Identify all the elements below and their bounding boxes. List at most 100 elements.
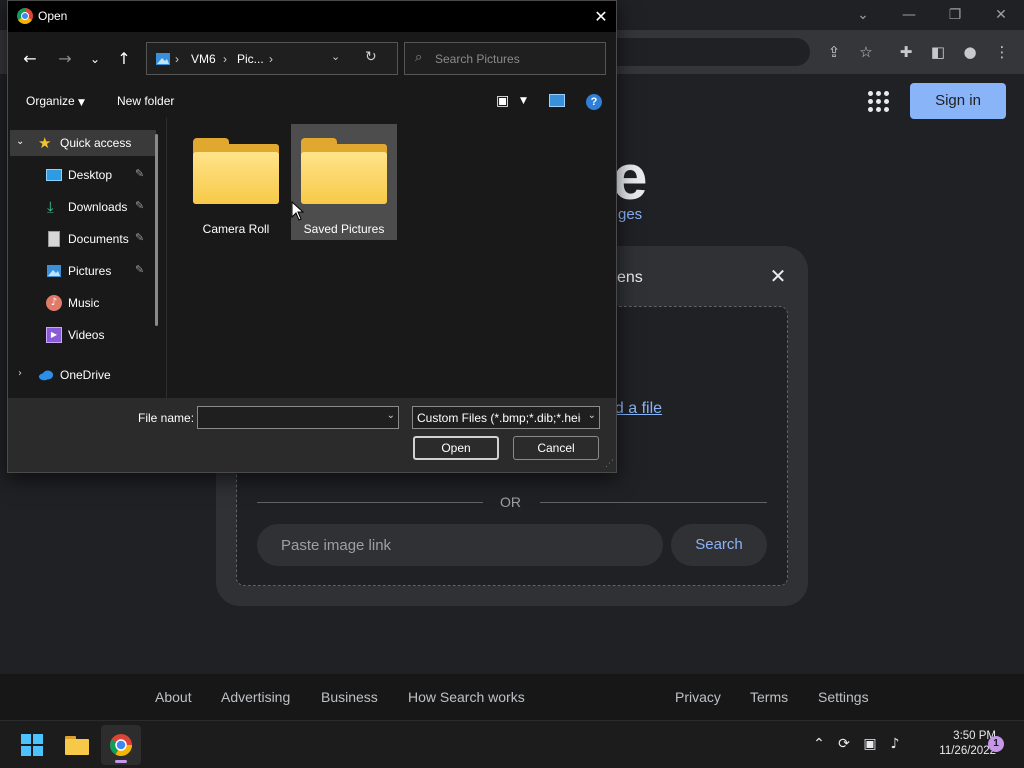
cancel-button[interactable]: Cancel	[513, 436, 599, 460]
footer-terms-link[interactable]: Terms	[750, 689, 788, 705]
nav-item-label: Videos	[68, 328, 105, 342]
footer-about-link[interactable]: About	[155, 689, 192, 705]
expand-chevron-icon[interactable]: ⌄	[16, 136, 24, 147]
menu-icon[interactable]: ⋮	[989, 40, 1015, 64]
nav-item-onedrive[interactable]: › OneDrive	[10, 362, 156, 388]
footer-business-link[interactable]: Business	[321, 689, 378, 705]
nav-item-quick-access[interactable]: ⌄ ★ Quick access	[10, 130, 156, 156]
file-type-select[interactable]: Custom Files (*.bmp;*.dib;*.heic;*.jpg) …	[412, 406, 600, 429]
star-icon: ★	[38, 134, 52, 152]
footer-how-search-works-link[interactable]: How Search works	[408, 689, 525, 705]
cloud-icon	[38, 370, 54, 381]
restore-icon[interactable]: ❐	[932, 4, 978, 26]
breadcrumb-pictures[interactable]: Pic...	[237, 52, 264, 66]
file-name-input[interactable]	[202, 410, 380, 425]
new-folder-button[interactable]: New folder	[117, 94, 174, 108]
nav-item-videos[interactable]: ▶ Videos	[10, 322, 156, 348]
nav-item-music[interactable]: ♪ Music	[10, 290, 156, 316]
start-button[interactable]	[12, 725, 52, 765]
footer-privacy-link[interactable]: Privacy	[675, 689, 721, 705]
share-icon[interactable]: ⇪	[821, 40, 847, 64]
refresh-icon[interactable]: ↻	[365, 49, 377, 65]
sync-icon[interactable]: ⟳	[834, 734, 854, 754]
folder-label: Saved Pictures	[303, 222, 385, 236]
breadcrumb-separator: ›	[223, 52, 227, 66]
paste-image-link-input[interactable]	[257, 524, 663, 566]
folder-icon	[65, 736, 89, 755]
dialog-title: Open	[38, 9, 68, 23]
pictures-location-icon	[156, 53, 170, 65]
pin-icon: ✎	[135, 167, 145, 180]
footer-advertising-link[interactable]: Advertising	[221, 689, 290, 705]
file-type-dropdown-icon: ⌄	[587, 410, 596, 421]
or-divider-text: OR	[500, 494, 521, 510]
address-dropdown-icon[interactable]: ⌄	[331, 50, 340, 63]
address-breadcrumb[interactable]: › VM6 › Pic... › ⌄ ↻	[146, 42, 398, 75]
file-name-label: File name:	[138, 411, 195, 425]
file-name-dropdown-icon[interactable]: ⌄	[387, 410, 395, 421]
show-hidden-icons-icon[interactable]: ⌃	[809, 734, 829, 754]
search-button[interactable]: Search	[671, 524, 767, 566]
folder-saved-pictures[interactable]: Saved Pictures	[291, 124, 397, 240]
chrome-taskbar-button[interactable]	[101, 725, 141, 765]
pin-icon: ✎	[135, 263, 145, 276]
pictures-icon	[47, 265, 61, 277]
resize-grip-icon[interactable]: ⋰	[605, 459, 614, 469]
pin-icon: ✎	[135, 231, 145, 244]
network-icon[interactable]: ▣	[860, 734, 880, 754]
desktop-icon	[46, 169, 62, 181]
music-icon: ♪	[46, 295, 62, 311]
windows-logo-icon	[21, 734, 43, 756]
navigation-scrollbar[interactable]	[155, 134, 158, 326]
recent-locations-chevron-icon[interactable]: ⌄	[83, 48, 107, 70]
folder-camera-roll[interactable]: Camera Roll	[183, 124, 289, 240]
search-pictures-input[interactable]	[435, 50, 595, 68]
footer-settings-link[interactable]: Settings	[818, 689, 869, 705]
open-button[interactable]: Open	[413, 436, 499, 460]
folder-icon	[193, 138, 279, 206]
download-icon: ⤓	[47, 198, 54, 216]
search-pictures-box[interactable]: ⌕	[404, 42, 606, 75]
file-name-field[interactable]: ⌄	[197, 406, 399, 429]
google-logo-fragment: e	[612, 141, 648, 213]
nav-item-desktop[interactable]: Desktop ✎	[10, 162, 156, 188]
address-bar[interactable]	[600, 38, 810, 66]
folder-label: Camera Roll	[202, 222, 270, 236]
nav-item-pictures[interactable]: Pictures ✎	[10, 258, 156, 284]
file-explorer-taskbar-button[interactable]	[57, 725, 97, 765]
nav-item-label: Music	[68, 296, 100, 310]
organize-dropdown-icon: ▼	[78, 98, 85, 108]
organize-button[interactable]: Organize ▼	[26, 94, 85, 108]
back-arrow-icon[interactable]: ←	[18, 48, 42, 70]
tab-search-icon[interactable]: ⌄	[840, 4, 886, 26]
lens-close-icon[interactable]: ✕	[766, 264, 790, 288]
breadcrumb-separator: ›	[175, 52, 179, 66]
images-label-fragment: ges	[618, 206, 643, 223]
view-dropdown-icon[interactable]: ▼	[520, 96, 527, 106]
change-view-icon[interactable]: ▣	[496, 93, 509, 109]
folder-content-view: Camera Roll Saved Pictures	[167, 118, 616, 398]
minimize-icon[interactable]: —	[886, 4, 932, 26]
close-window-icon[interactable]: ✕	[978, 4, 1024, 26]
sign-in-button[interactable]: Sign in	[910, 83, 1006, 119]
bookmark-star-icon[interactable]: ☆	[853, 40, 879, 64]
mouse-cursor-icon	[291, 201, 305, 221]
forward-arrow-icon[interactable]: →	[53, 48, 77, 70]
breadcrumb-vm6[interactable]: VM6	[191, 52, 216, 66]
nav-item-downloads[interactable]: ⤓ Downloads ✎	[10, 194, 156, 220]
google-apps-icon[interactable]	[866, 89, 890, 113]
up-arrow-icon[interactable]: ↑	[112, 48, 136, 70]
side-panel-icon[interactable]: ◧	[925, 40, 951, 64]
preview-pane-icon[interactable]	[549, 94, 565, 107]
notification-badge[interactable]: 1	[988, 736, 1004, 752]
nav-item-label: Downloads	[68, 200, 128, 214]
volume-icon[interactable]: ♪	[885, 734, 905, 754]
extensions-icon[interactable]: ✚	[893, 40, 919, 64]
help-icon[interactable]: ?	[586, 94, 602, 110]
profile-icon[interactable]: ●	[957, 40, 983, 64]
collapse-chevron-icon[interactable]: ›	[18, 368, 22, 379]
dialog-close-icon[interactable]: ✕	[586, 5, 616, 29]
nav-item-documents[interactable]: Documents ✎	[10, 226, 156, 252]
open-file-dialog: Open ✕ ← → ⌄ ↑ › VM6 › Pic... › ⌄ ↻ ⌕ Or…	[7, 0, 617, 473]
taskbar-clock[interactable]: 3:50 PM 11/26/2022	[906, 729, 996, 759]
